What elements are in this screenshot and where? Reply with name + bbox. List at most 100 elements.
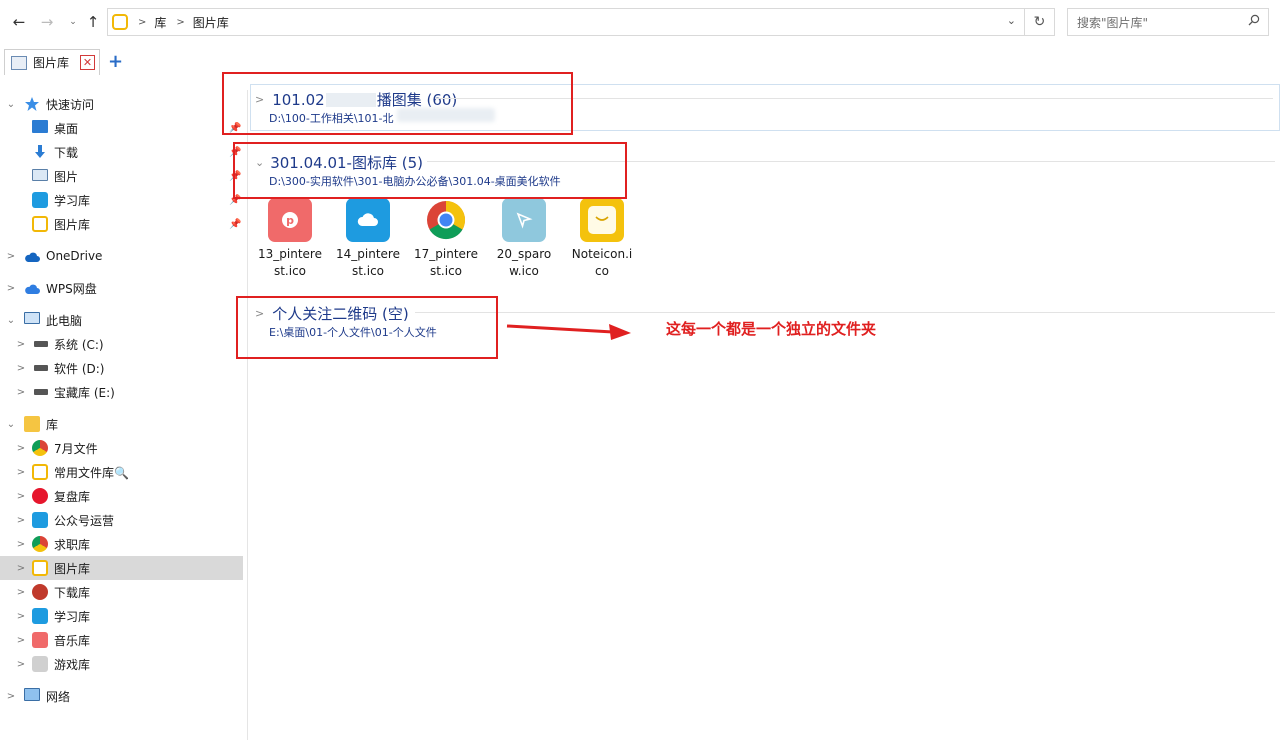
chrome-icon: [32, 536, 48, 552]
chevron-down-icon[interactable]: ⌄: [6, 419, 16, 430]
chevron-right-icon[interactable]: >: [16, 387, 26, 398]
annotation-highlight-box: [233, 142, 627, 199]
sidebar-item-desktop[interactable]: 桌面 📌: [0, 116, 243, 140]
file-name: st.ico: [273, 264, 307, 278]
sidebar-item-label: 下载库: [54, 585, 91, 600]
sidebar-item-label: 图片库: [54, 561, 91, 576]
sidebar-item-label: 系统 (C:): [54, 337, 104, 352]
sidebar-item-music-library[interactable]: > 音乐库: [0, 628, 243, 652]
sidebar-item-drive-c[interactable]: > 系统 (C:): [0, 332, 243, 356]
sidebar-item-july-files[interactable]: > 7月文件: [0, 436, 243, 460]
tab-label: 图片库: [33, 56, 70, 70]
chevron-right-icon[interactable]: >: [16, 563, 26, 574]
chevron-down-icon[interactable]: ⌄: [6, 315, 16, 326]
annotation-arrow-icon: [506, 324, 631, 340]
sidebar-item-wechat-ops[interactable]: > 公众号运营: [0, 508, 243, 532]
sidebar-item-label: 音乐库: [54, 633, 91, 648]
breadcrumb-pictures-library[interactable]: 图片库: [193, 14, 229, 31]
sidebar-item-label: 求职库: [54, 537, 91, 552]
chevron-right-icon[interactable]: >: [6, 251, 16, 262]
chevron-right-icon[interactable]: >: [16, 467, 26, 478]
sidebar-item-downloads[interactable]: 下载 📌: [0, 140, 243, 164]
annotation-text: 这每一个都是一个独立的文件夹: [666, 320, 877, 338]
file-item[interactable]: 20_sparo w.ico: [488, 198, 560, 280]
chevron-right-icon[interactable]: >: [16, 339, 26, 350]
breadcrumb-library[interactable]: 库: [154, 14, 166, 31]
sidebar-item-drive-e[interactable]: > 宝藏库 (E:): [0, 380, 243, 404]
address-bar[interactable]: > 库 > 图片库 ⌄: [107, 8, 1025, 36]
close-tab-button[interactable]: ✕: [80, 55, 95, 70]
recent-locations-button[interactable]: ⌄: [64, 12, 82, 32]
chevron-right-icon[interactable]: >: [16, 635, 26, 646]
sidebar-item-review-library[interactable]: > 复盘库: [0, 484, 243, 508]
cloud-icon: [32, 512, 48, 528]
sidebar-item-study-library-2[interactable]: > 学习库: [0, 604, 243, 628]
sidebar-item-label: 学习库: [54, 609, 91, 624]
search-icon: [1248, 14, 1260, 26]
sidebar-item-wps-drive[interactable]: > WPS网盘: [0, 276, 243, 300]
sidebar-item-network[interactable]: > 网络: [0, 684, 243, 708]
chevron-right-icon[interactable]: >: [16, 363, 26, 374]
sidebar-item-label: 常用文件库🔍: [54, 465, 129, 480]
add-tab-button[interactable]: +: [108, 51, 123, 72]
sidebar-item-label: 下载: [54, 145, 79, 160]
chevron-down-icon[interactable]: ⌄: [1007, 14, 1016, 27]
chevron-down-icon[interactable]: ⌄: [6, 99, 16, 110]
file-item[interactable]: Noteicon.i co: [566, 198, 638, 280]
network-icon: [24, 688, 40, 701]
weibo-icon: [32, 488, 48, 504]
chevron-right-icon[interactable]: >: [16, 587, 26, 598]
pinterest-icon: p: [268, 198, 312, 242]
sidebar-item-label: 快速访问: [46, 97, 95, 112]
file-item[interactable]: p 13_pintere st.ico: [254, 198, 326, 280]
sidebar-item-label: 软件 (D:): [54, 361, 105, 376]
sidebar-item-common-files[interactable]: > 常用文件库🔍: [0, 460, 243, 484]
tab-pictures-library[interactable]: 图片库 ✕: [4, 49, 100, 75]
sidebar-item-drive-d[interactable]: > 软件 (D:): [0, 356, 243, 380]
search-input[interactable]: 搜索"图片库": [1067, 8, 1269, 36]
chrome-icon: [32, 440, 48, 456]
sidebar-item-game-library[interactable]: > 游戏库: [0, 652, 243, 676]
refresh-button[interactable]: ↻: [1025, 8, 1055, 36]
address-toolbar: ← → ⌄ ↑ > 库 > 图片库 ⌄ ↻ 搜索"图片库": [0, 0, 1281, 44]
chevron-right-icon[interactable]: >: [16, 491, 26, 502]
sidebar-item-download-library[interactable]: > 下载库: [0, 580, 243, 604]
sidebar-item-pictures-library-2[interactable]: > 图片库: [0, 556, 243, 580]
sidebar-item-onedrive[interactable]: > OneDrive: [0, 244, 243, 268]
file-item[interactable]: 14_pintere st.ico: [332, 198, 404, 280]
sidebar-item-pictures-library[interactable]: 图片库 📌: [0, 212, 243, 236]
search-placeholder: 搜索"图片库": [1077, 15, 1149, 30]
chevron-right-icon[interactable]: >: [6, 691, 16, 702]
chevron-right-icon[interactable]: >: [16, 515, 26, 526]
forward-button[interactable]: →: [38, 12, 56, 32]
back-button[interactable]: ←: [10, 12, 28, 32]
chevron-right-icon[interactable]: >: [16, 659, 26, 670]
download-arrow-icon: [35, 145, 45, 158]
sidebar-item-label: 学习库: [54, 193, 91, 208]
sidebar-item-study-library[interactable]: 学习库 📌: [0, 188, 243, 212]
file-item[interactable]: 17_pintere st.ico: [410, 198, 482, 280]
sidebar-item-quick-access[interactable]: ⌄ 快速访问: [0, 92, 243, 116]
sidebar-item-label: 图片库: [54, 217, 91, 232]
chevron-right-icon[interactable]: >: [16, 539, 26, 550]
star-icon: [25, 97, 39, 111]
sidebar-item-this-pc[interactable]: ⌄ 此电脑: [0, 308, 243, 332]
sidebar-item-label: 游戏库: [54, 657, 91, 672]
sparrow-icon: [502, 198, 546, 242]
file-name: st.ico: [429, 264, 463, 278]
sidebar-item-libraries[interactable]: ⌄ 库: [0, 412, 243, 436]
sidebar-item-label: 图片: [54, 169, 79, 184]
note-icon: [32, 560, 48, 576]
up-button[interactable]: ↑: [84, 12, 102, 32]
chevron-right-icon[interactable]: >: [16, 611, 26, 622]
computer-icon: [24, 312, 40, 324]
chevron-right-icon[interactable]: >: [16, 443, 26, 454]
chevron-right-icon[interactable]: >: [6, 283, 16, 294]
file-name: 14_pintere: [336, 247, 400, 261]
sidebar-item-job-library[interactable]: > 求职库: [0, 532, 243, 556]
note-icon: [32, 464, 48, 480]
sidebar-item-pictures[interactable]: 图片 📌: [0, 164, 243, 188]
desktop-icon: [32, 120, 48, 133]
file-name: Noteicon.i: [571, 247, 633, 261]
chevron-right-icon: >: [176, 16, 185, 28]
